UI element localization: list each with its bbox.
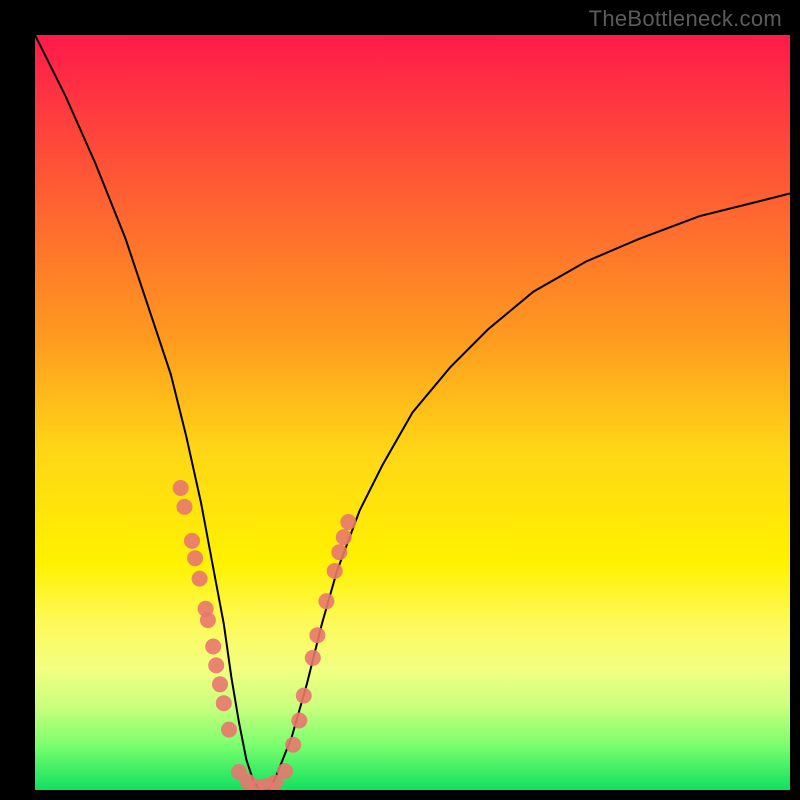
chart-frame: TheBottleneck.com [0,0,800,800]
watermark-text: TheBottleneck.com [589,6,782,32]
plot-gradient-background [35,35,790,790]
